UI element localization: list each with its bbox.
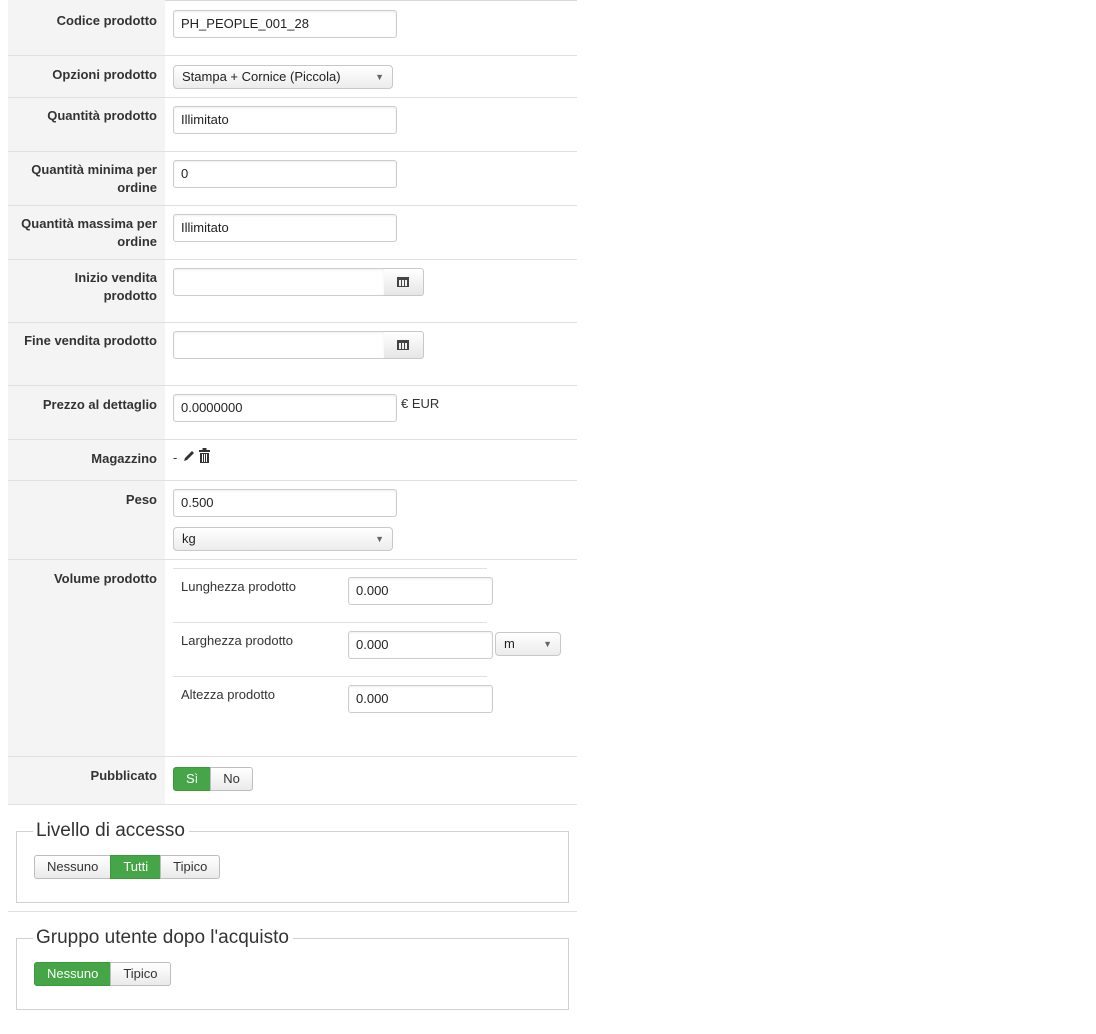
currency-label: € EUR xyxy=(401,396,440,411)
peso-input[interactable]: 0.500 xyxy=(173,489,397,517)
access-option-tipico[interactable]: Tipico xyxy=(160,855,221,879)
row-inizio-vendita: Inizio vendita prodotto xyxy=(8,259,577,323)
caret-down-icon: ▼ xyxy=(543,639,552,649)
trash-icon[interactable] xyxy=(198,448,211,463)
caret-down-icon: ▼ xyxy=(375,534,384,544)
label-prezzo: Prezzo al dettaglio xyxy=(8,386,165,440)
pubblicato-no-button[interactable]: No xyxy=(210,767,253,791)
label-pubblicato: Pubblicato xyxy=(8,757,165,804)
label-min-ordine: Quantità minima per ordine xyxy=(8,152,165,206)
inizio-vendita-input[interactable] xyxy=(173,268,385,296)
pubblicato-yes-button[interactable]: Sì xyxy=(173,767,212,791)
row-max-ordine: Quantità massima per ordine Illimitato xyxy=(8,205,577,260)
opzioni-select[interactable]: Stampa + Cornice (Piccola) ▼ xyxy=(173,65,393,89)
group-option-tipico[interactable]: Tipico xyxy=(110,962,171,986)
larghezza-label: Larghezza prodotto xyxy=(181,633,294,648)
fine-calendar-button[interactable] xyxy=(384,331,424,359)
access-option-nessuno[interactable]: Nessuno xyxy=(34,855,112,879)
label-fine-vendita: Fine vendita prodotto xyxy=(8,323,165,386)
volume-divider xyxy=(173,622,487,623)
user-group-toggle: Nessuno Tipico xyxy=(34,962,171,986)
volume-unit-select[interactable]: m ▼ xyxy=(495,632,561,656)
row-codice: Codice prodotto PH_PEOPLE_001_28 xyxy=(8,0,577,55)
quantita-input[interactable]: Illimitato xyxy=(173,106,397,134)
calendar-icon xyxy=(397,340,409,350)
row-opzioni: Opzioni prodotto Stampa + Cornice (Picco… xyxy=(8,55,577,98)
altezza-label: Altezza prodotto xyxy=(181,687,275,702)
max-ordine-input[interactable]: Illimitato xyxy=(173,214,397,242)
row-pubblicato: Pubblicato Sì No xyxy=(8,756,577,805)
label-quantita: Quantità prodotto xyxy=(8,98,165,152)
calendar-icon xyxy=(397,277,409,287)
codice-input[interactable]: PH_PEOPLE_001_28 xyxy=(173,10,397,38)
access-option-tutti[interactable]: Tutti xyxy=(110,855,162,879)
label-opzioni: Opzioni prodotto xyxy=(8,56,165,98)
label-volume: Volume prodotto xyxy=(8,560,165,757)
lunghezza-input[interactable]: 0.000 xyxy=(348,577,493,605)
prezzo-input[interactable]: 0.0000000 xyxy=(173,394,397,422)
altezza-input[interactable]: 0.000 xyxy=(348,685,493,713)
group-option-nessuno[interactable]: Nessuno xyxy=(34,962,112,986)
opzioni-value: Stampa + Cornice (Piccola) xyxy=(182,69,341,84)
fine-vendita-input[interactable] xyxy=(173,331,385,359)
label-max-ordine: Quantità massima per ordine xyxy=(8,206,165,260)
label-inizio-vendita: Inizio vendita prodotto xyxy=(8,260,165,323)
label-codice: Codice prodotto xyxy=(8,0,165,55)
section-divider xyxy=(8,911,577,912)
label-peso: Peso xyxy=(8,481,165,560)
volume-divider xyxy=(173,568,487,569)
row-quantita: Quantità prodotto Illimitato xyxy=(8,97,577,152)
inizio-calendar-button[interactable] xyxy=(384,268,424,296)
group-legend: Gruppo utente dopo l'acquisto xyxy=(33,927,293,949)
larghezza-input[interactable]: 0.000 xyxy=(348,631,493,659)
caret-down-icon: ▼ xyxy=(375,72,384,82)
min-ordine-input[interactable]: 0 xyxy=(173,160,397,188)
volume-unit-value: m xyxy=(504,636,515,651)
lunghezza-label: Lunghezza prodotto xyxy=(181,579,296,594)
row-peso: Peso 0.500 kg ▼ xyxy=(8,480,577,560)
pencil-icon[interactable] xyxy=(182,449,196,463)
row-magazzino: Magazzino - xyxy=(8,439,577,481)
row-volume: Volume prodotto Lunghezza prodotto 0.000… xyxy=(8,559,577,757)
access-legend: Livello di accesso xyxy=(33,820,189,842)
magazzino-value: - xyxy=(173,450,178,465)
row-min-ordine: Quantità minima per ordine 0 xyxy=(8,151,577,206)
row-prezzo: Prezzo al dettaglio 0.0000000 € EUR xyxy=(8,385,577,440)
peso-unit-value: kg xyxy=(182,531,196,546)
volume-divider xyxy=(173,676,487,677)
pubblicato-toggle: Sì No xyxy=(173,767,253,791)
peso-unit-select[interactable]: kg ▼ xyxy=(173,527,393,551)
access-level-group: Nessuno Tutti Tipico xyxy=(34,855,221,879)
row-fine-vendita: Fine vendita prodotto xyxy=(8,322,577,386)
label-magazzino: Magazzino xyxy=(8,440,165,481)
